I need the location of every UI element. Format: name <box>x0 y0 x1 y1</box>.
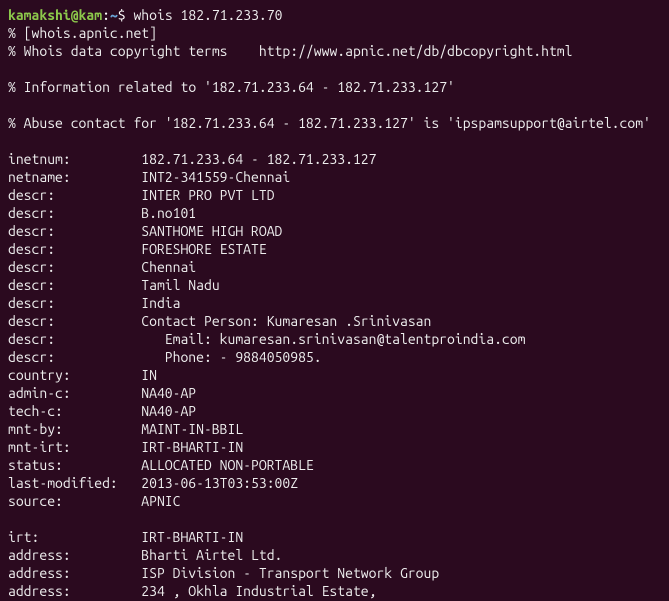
whois-header-line: % Information related to '182.71.233.64 … <box>8 79 455 95</box>
whois-field-key: source: <box>8 492 141 510</box>
whois-field-value: Phone: - 9884050985. <box>141 349 321 365</box>
whois-field-key: descr: <box>8 348 141 366</box>
whois-field-row: source:APNIC <box>8 493 180 509</box>
whois-field-row: descr:B.no101 <box>8 205 196 221</box>
whois-field-key: descr: <box>8 186 141 204</box>
whois-field-row: status:ALLOCATED NON-PORTABLE <box>8 457 314 473</box>
whois-block-inetnum: inetnum:182.71.233.64 - 182.71.233.127 n… <box>8 150 661 510</box>
whois-field-row: admin-c:NA40-AP <box>8 385 196 401</box>
whois-field-value: ALLOCATED NON-PORTABLE <box>141 457 313 473</box>
whois-header-line: % Whois data copyright terms http://www.… <box>8 43 572 59</box>
whois-field-key: descr: <box>8 330 141 348</box>
whois-field-key: admin-c: <box>8 384 141 402</box>
whois-field-row: descr: Phone: - 9884050985. <box>8 349 322 365</box>
whois-field-row: last-modified:2013-06-13T03:53:00Z <box>8 475 298 491</box>
whois-field-key: tech-c: <box>8 402 141 420</box>
whois-field-value: INTER PRO PVT LTD <box>141 187 274 203</box>
whois-field-key: irt: <box>8 528 141 546</box>
whois-field-key: descr: <box>8 312 141 330</box>
whois-field-value: SANTHOME HIGH ROAD <box>141 223 282 239</box>
whois-field-value: 2013-06-13T03:53:00Z <box>141 475 298 491</box>
whois-field-value: Bharti Airtel Ltd. <box>141 547 282 563</box>
whois-field-key: address: <box>8 582 141 600</box>
whois-field-row: descr:Chennai <box>8 259 196 275</box>
whois-field-key: descr: <box>8 276 141 294</box>
whois-field-key: last-modified: <box>8 474 141 492</box>
whois-field-row: descr:FORESHORE ESTATE <box>8 241 267 257</box>
whois-field-row: country:IN <box>8 367 157 383</box>
prompt-user-host: kamakshi@kam <box>8 7 102 23</box>
whois-field-row: descr:INTER PRO PVT LTD <box>8 187 275 203</box>
whois-field-value: MAINT-IN-BBIL <box>141 421 243 437</box>
whois-field-key: descr: <box>8 258 141 276</box>
whois-field-key: inetnum: <box>8 150 141 168</box>
whois-field-row: address:Bharti Airtel Ltd. <box>8 547 282 563</box>
whois-field-row: descr: Email: kumaresan.srinivasan@talen… <box>8 331 525 347</box>
whois-field-value: IRT-BHARTI-IN <box>141 439 243 455</box>
command-text: whois 182.71.233.70 <box>133 7 282 23</box>
whois-field-row: irt:IRT-BHARTI-IN <box>8 529 243 545</box>
whois-header-line: % Abuse contact for '182.71.233.64 - 182… <box>8 115 651 131</box>
whois-field-value: 234 , Okhla Industrial Estate, <box>141 583 376 599</box>
whois-field-row: inetnum:182.71.233.64 - 182.71.233.127 <box>8 151 376 167</box>
whois-field-value: Email: kumaresan.srinivasan@talentproind… <box>141 331 525 347</box>
whois-field-row: tech-c:NA40-AP <box>8 403 196 419</box>
whois-field-value: Contact Person: Kumaresan .Srinivasan <box>141 313 431 329</box>
whois-field-key: mnt-by: <box>8 420 141 438</box>
whois-field-value: IRT-BHARTI-IN <box>141 529 243 545</box>
whois-field-key: descr: <box>8 222 141 240</box>
whois-field-value: APNIC <box>141 493 180 509</box>
whois-field-value: FORESHORE ESTATE <box>141 241 266 257</box>
whois-field-key: address: <box>8 546 141 564</box>
whois-field-value: IN <box>141 367 157 383</box>
whois-field-value: B.no101 <box>141 205 196 221</box>
whois-field-value: Tamil Nadu <box>141 277 219 293</box>
prompt-sep-colon: : <box>102 7 110 23</box>
whois-field-row: netname:INT2-341559-Chennai <box>8 169 290 185</box>
prompt-sep-dollar: $ <box>118 7 134 23</box>
whois-field-row: address:234 , Okhla Industrial Estate, <box>8 583 376 599</box>
whois-field-row: address:ISP Division - Transport Network… <box>8 565 439 581</box>
whois-field-key: descr: <box>8 240 141 258</box>
whois-field-value: NA40-AP <box>141 385 196 401</box>
whois-field-row: descr:Tamil Nadu <box>8 277 220 293</box>
whois-field-value: ISP Division - Transport Network Group <box>141 565 439 581</box>
whois-field-key: netname: <box>8 168 141 186</box>
whois-field-value: India <box>141 295 180 311</box>
terminal-screen[interactable]: kamakshi@kam:~$ whois 182.71.233.70 % [w… <box>0 0 669 601</box>
whois-field-key: mnt-irt: <box>8 438 141 456</box>
whois-field-value: INT2-341559-Chennai <box>141 169 290 185</box>
whois-field-key: descr: <box>8 204 141 222</box>
whois-field-value: Chennai <box>141 259 196 275</box>
whois-field-value: 182.71.233.64 - 182.71.233.127 <box>141 151 376 167</box>
whois-field-row: descr:Contact Person: Kumaresan .Sriniva… <box>8 313 431 329</box>
whois-field-value: NA40-AP <box>141 403 196 419</box>
whois-field-row: mnt-irt:IRT-BHARTI-IN <box>8 439 243 455</box>
whois-field-row: mnt-by:MAINT-IN-BBIL <box>8 421 243 437</box>
prompt-path: ~ <box>110 7 118 23</box>
prompt-line: kamakshi@kam:~$ whois 182.71.233.70 <box>8 7 282 23</box>
whois-field-key: status: <box>8 456 141 474</box>
whois-field-key: descr: <box>8 294 141 312</box>
whois-field-row: descr:India <box>8 295 180 311</box>
whois-header-line: % [whois.apnic.net] <box>8 25 157 41</box>
whois-field-row: descr:SANTHOME HIGH ROAD <box>8 223 282 239</box>
whois-field-key: country: <box>8 366 141 384</box>
whois-block-irt: irt:IRT-BHARTI-IN address:Bharti Airtel … <box>8 528 661 601</box>
whois-field-key: address: <box>8 564 141 582</box>
